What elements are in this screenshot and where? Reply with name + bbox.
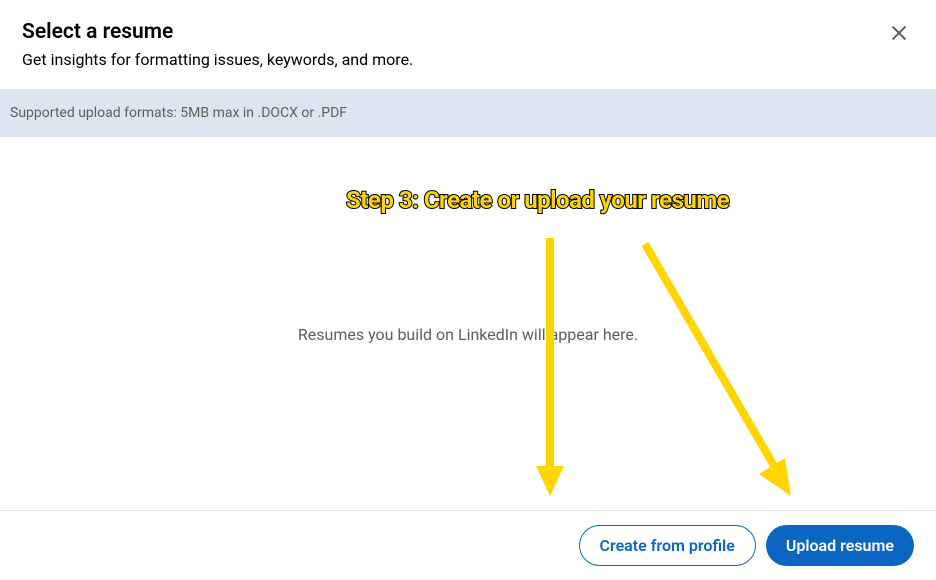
close-icon bbox=[888, 22, 910, 48]
supported-formats-banner: Supported upload formats: 5MB max in .DO… bbox=[0, 89, 936, 137]
dialog-footer: Create from profile Upload resume bbox=[0, 510, 936, 580]
create-from-profile-button[interactable]: Create from profile bbox=[579, 525, 756, 566]
close-button[interactable] bbox=[886, 22, 912, 48]
annotation-arrow-right bbox=[635, 236, 805, 506]
dialog-title: Select a resume bbox=[22, 20, 914, 44]
empty-state-message: Resumes you build on LinkedIn will appea… bbox=[0, 325, 936, 344]
dialog-header: Select a resume Get insights for formatt… bbox=[0, 0, 936, 83]
upload-resume-button[interactable]: Upload resume bbox=[766, 525, 914, 566]
annotation-overlay: Step 3: Create or upload your resume bbox=[0, 0, 936, 580]
annotation-step-label: Step 3: Create or upload your resume bbox=[346, 186, 729, 214]
dialog-subtitle: Get insights for formatting issues, keyw… bbox=[22, 50, 914, 69]
annotation-arrow-left bbox=[530, 238, 570, 498]
